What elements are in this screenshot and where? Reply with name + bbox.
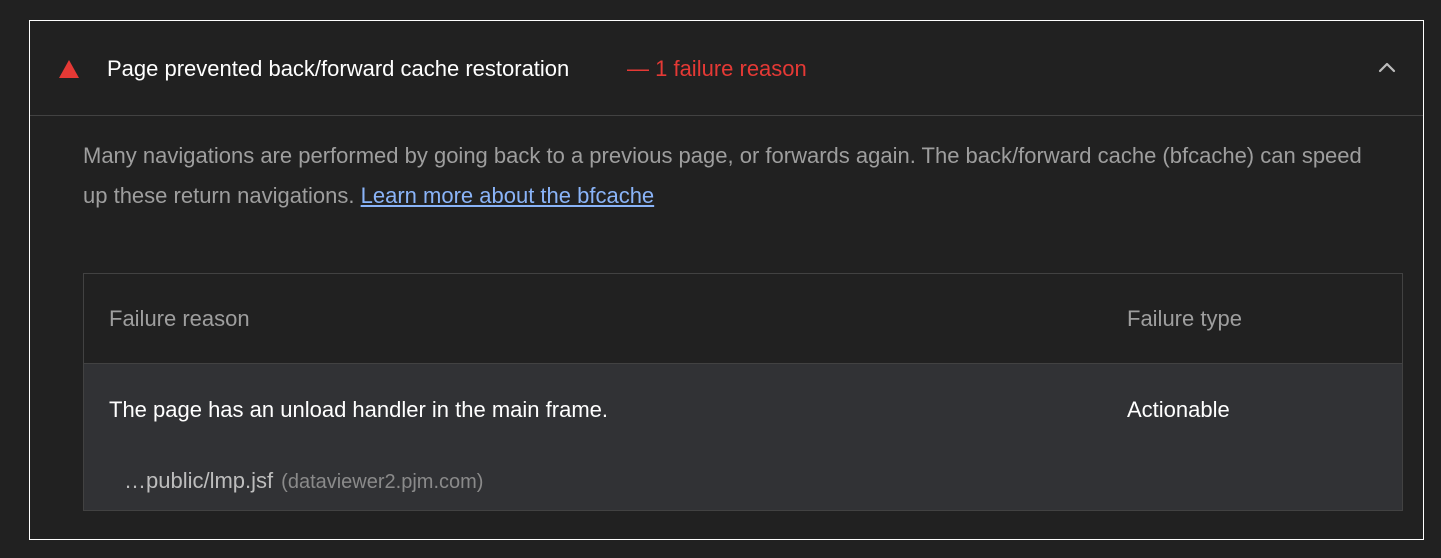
audit-header[interactable]: Page prevented back/forward cache restor… — [30, 21, 1423, 116]
table-header-row: Failure reason Failure type — [84, 274, 1402, 364]
column-header-failure-reason: Failure reason — [109, 306, 250, 331]
source-location: …public/lmp.jsf (dataviewer2.pjm.com) — [124, 468, 483, 494]
source-url-host: (dataviewer2.pjm.com) — [281, 471, 484, 493]
bfcache-audit: Page prevented back/forward cache restor… — [29, 20, 1424, 540]
audit-description: Many navigations are performed by going … — [83, 136, 1383, 216]
details-table: Failure reason Failure type The page has… — [83, 273, 1403, 511]
table-row: The page has an unload handler in the ma… — [84, 364, 1402, 510]
column-header-failure-type: Failure type — [1127, 306, 1242, 331]
audit-title: Page prevented back/forward cache restor… — [107, 56, 570, 81]
failure-reason-cell: The page has an unload handler in the ma… — [109, 397, 608, 422]
source-url-path[interactable]: …public/lmp.jsf — [124, 468, 273, 493]
learn-more-link[interactable]: Learn more about the bfcache — [361, 183, 655, 208]
description-text: Many navigations are performed by going … — [83, 143, 1362, 208]
audit-body: Many navigations are performed by going … — [83, 136, 1403, 511]
audit-display-value: — 1 failure reason — [627, 56, 807, 81]
fail-triangle-icon — [59, 60, 79, 78]
failure-type-cell: Actionable — [1127, 397, 1230, 422]
chevron-up-icon[interactable] — [1375, 56, 1399, 80]
